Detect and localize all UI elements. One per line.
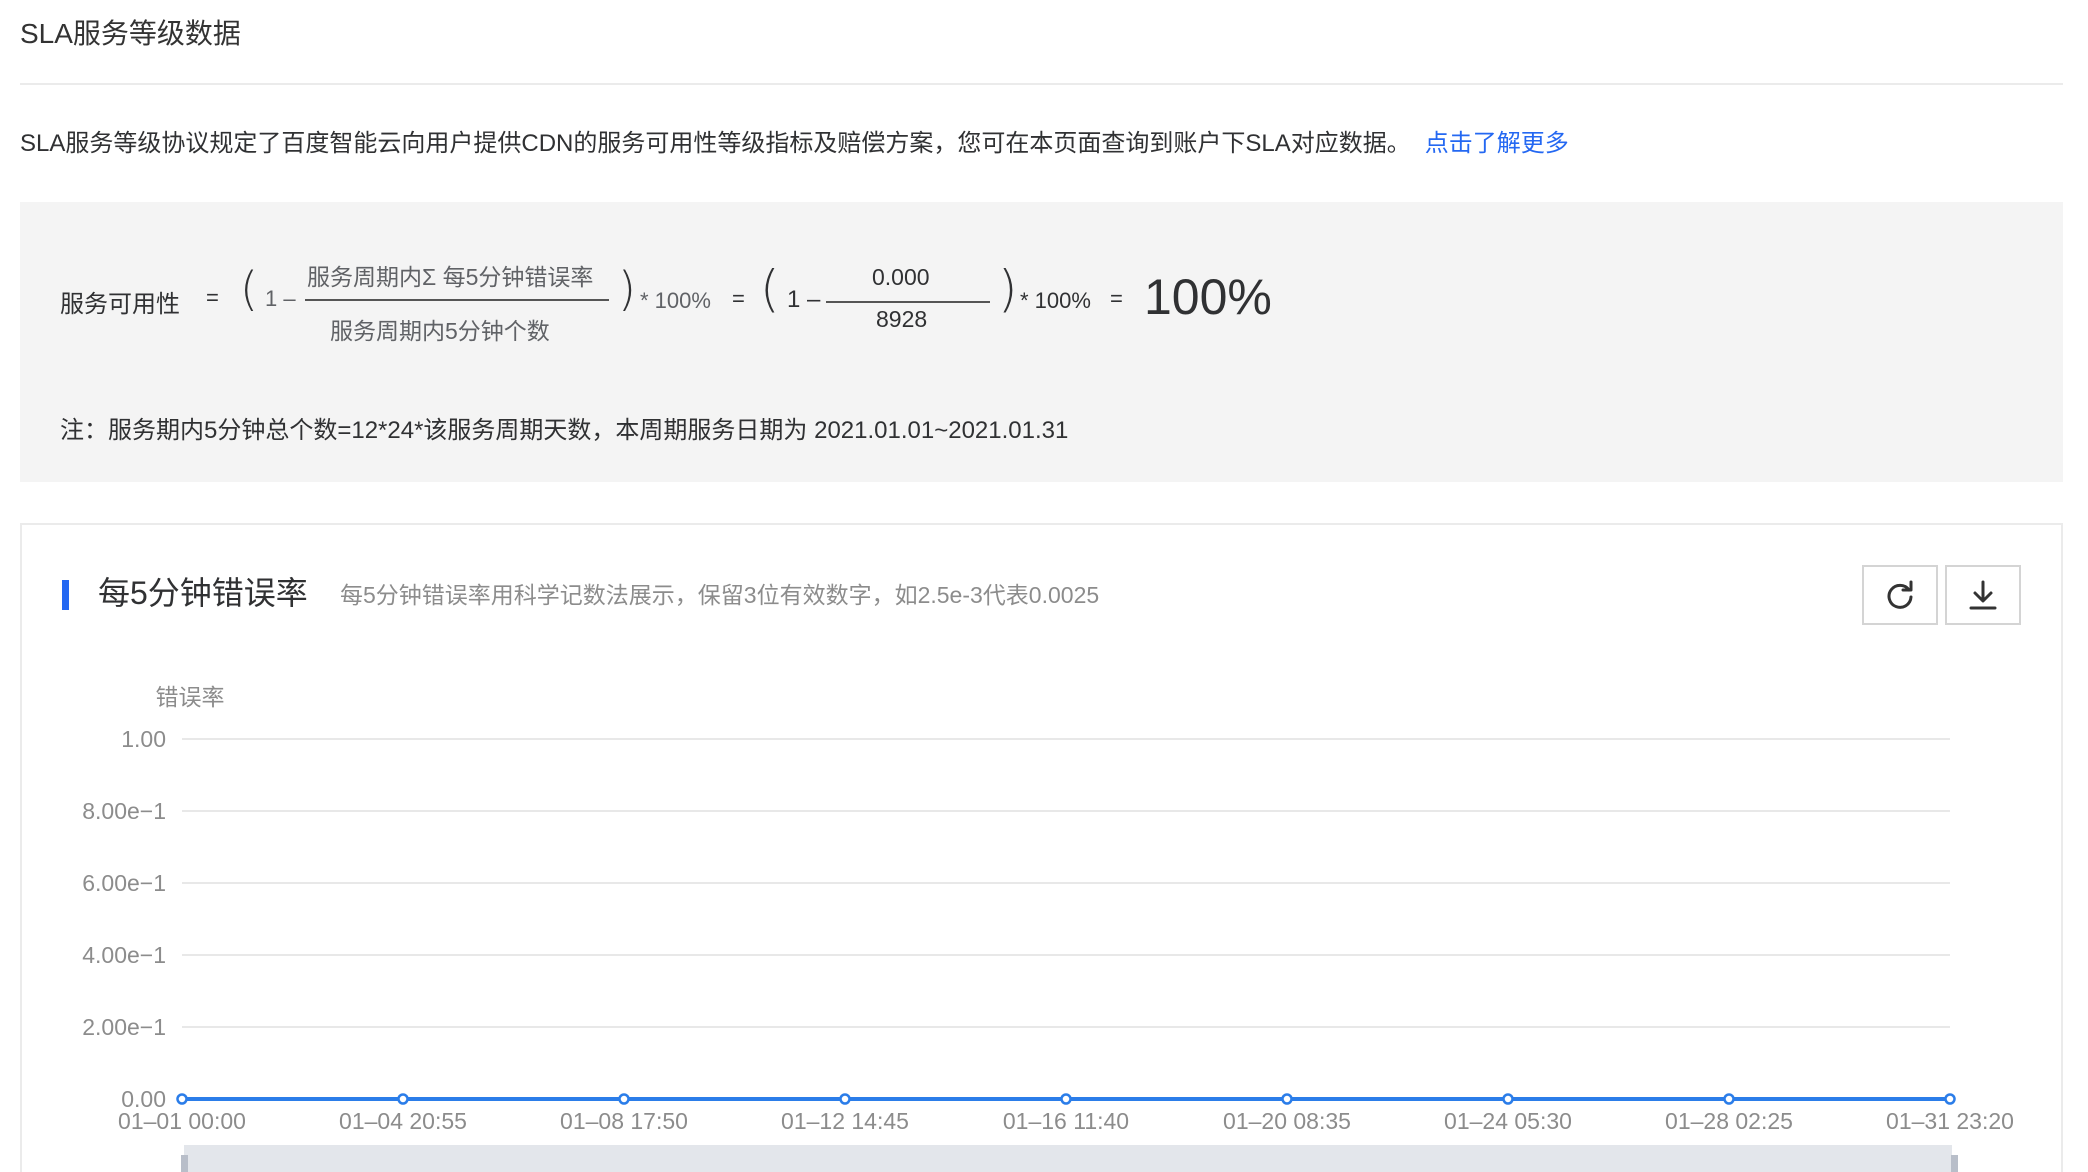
x-tick-label: 01–31 23:20 (1886, 1108, 2014, 1134)
y-tick-label: 2.00e−1 (82, 1014, 166, 1040)
numerator-text: 服务周期内Σ 每5分钟错误率 (307, 264, 594, 290)
one-minus-1: 1 – (265, 286, 296, 311)
error-rate-card: 每5分钟错误率 每5分钟错误率用科学记数法展示，保留3位有效数字，如2.5e-3… (20, 523, 2063, 1172)
availability-label: 服务可用性 (60, 291, 180, 318)
x-tick-label: 01–20 08:35 (1223, 1108, 1351, 1134)
formula-note: 注：服务期内5分钟总个数=12*24*该服务周期天数，本周期服务日期为 2021… (60, 417, 1069, 444)
x-tick-label: 01–08 17:50 (560, 1108, 688, 1134)
times-100-1: * 100% (640, 288, 711, 313)
data-point[interactable] (839, 1093, 851, 1105)
denominator-text: 服务周期内5分钟个数 (330, 318, 550, 344)
title-divider (20, 83, 2063, 85)
equals-sign-3: = (1110, 286, 1123, 311)
data-point[interactable] (618, 1093, 630, 1105)
x-tick-label: 01–16 11:40 (1003, 1108, 1129, 1134)
y-tick-label: 6.00e−1 (82, 870, 166, 896)
numerator-value: 0.000 (872, 264, 930, 290)
data-point[interactable] (1060, 1093, 1072, 1105)
grid-layer (182, 738, 1950, 1100)
zoom-slider-handle-left[interactable] (181, 1155, 188, 1172)
x-tick-layer: 01–01 00:00 01–04 20:55 01–08 17:50 01–12 1… (118, 1108, 2014, 1134)
error-rate-chart: 错误率 0.002.00e−14.00e−16.00e−18.00e−11.00… (82, 684, 2014, 1172)
y-axis-label: 错误率 (156, 684, 225, 710)
left-paren-2: ( (760, 260, 780, 318)
data-point[interactable] (1502, 1093, 1514, 1105)
data-point[interactable] (1723, 1093, 1735, 1105)
times-100-2: * 100% (1020, 288, 1091, 313)
series-layer (176, 1093, 1956, 1105)
formula-panel: 服务可用性 = ( 1 – 服务周期内Σ 每5分钟错误率 服务周期内5分钟个数 … (20, 202, 2063, 482)
fraction-line-1 (305, 299, 609, 301)
data-point[interactable] (176, 1093, 188, 1105)
y-tick-label: 8.00e−1 (82, 798, 166, 824)
intro-text: SLA服务等级协议规定了百度智能云向用户提供CDN的服务可用性等级指标及赔偿方案… (20, 130, 1411, 157)
equals-sign-2: = (732, 286, 745, 311)
left-paren-1: ( (240, 262, 258, 316)
x-tick-label: 01–04 20:55 (339, 1108, 467, 1134)
denominator-value: 8928 (876, 306, 928, 332)
y-tick-label: 1.00 (121, 726, 166, 752)
data-point[interactable] (1944, 1093, 1956, 1105)
data-point[interactable] (1281, 1093, 1293, 1105)
fraction-line-2 (826, 301, 990, 303)
x-tick-label: 01–28 02:25 (1665, 1108, 1793, 1134)
y-tick-layer: 0.002.00e−14.00e−16.00e−18.00e−11.00 (82, 726, 166, 1112)
x-tick-label: 01–12 14:45 (781, 1108, 909, 1134)
x-tick-label: 01–24 05:30 (1444, 1108, 1572, 1134)
data-point[interactable] (397, 1093, 409, 1105)
intro: SLA服务等级协议规定了百度智能云向用户提供CDN的服务可用性等级指标及赔偿方案… (20, 126, 1569, 162)
one-minus-2: 1 – (787, 286, 821, 313)
page-title: SLA服务等级数据 (20, 18, 241, 49)
right-paren-1: ) (618, 262, 636, 316)
zoom-slider-handle-right[interactable] (1951, 1155, 1958, 1172)
zoom-slider-track[interactable] (184, 1145, 1952, 1172)
availability-result: 100% (1144, 269, 1272, 325)
zoom-slider[interactable] (181, 1145, 1958, 1172)
y-tick-label: 4.00e−1 (82, 942, 166, 968)
right-paren-2: ) (998, 260, 1018, 318)
x-tick-label: 01–01 00:00 (118, 1108, 246, 1134)
sla-page: SLA服务等级数据 SLA服务等级协议规定了百度智能云向用户提供CDN的服务可用… (0, 0, 2088, 1172)
learn-more-link[interactable]: 点击了解更多 (1425, 130, 1569, 157)
equals-sign-1: = (206, 285, 219, 310)
